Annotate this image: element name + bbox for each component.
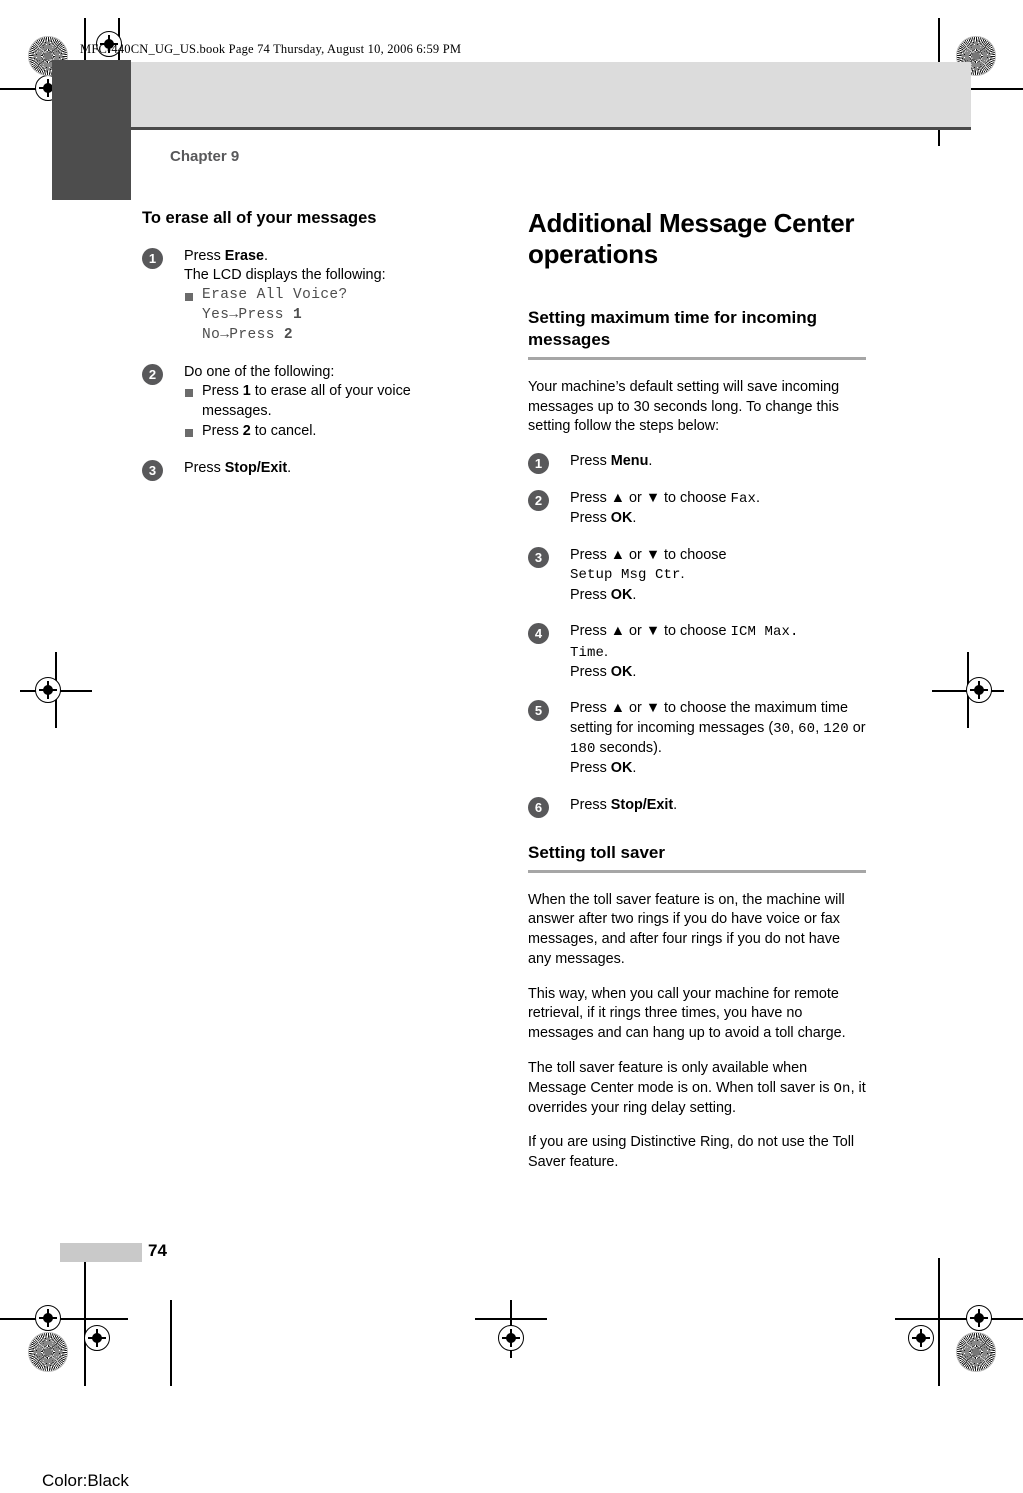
step-line: Press 1 to erase all of your voice messa… (184, 382, 482, 421)
step-line: Press OK. (570, 586, 637, 603)
step-line: Press Menu. (570, 453, 653, 470)
icm-step: 6 Press Stop/Exit. (528, 796, 866, 819)
left-column-steps: 1 Press Erase. The LCD displays the follow… (142, 247, 482, 481)
chapter-side-block (52, 60, 131, 200)
left-column-step: 3 Press Stop/Exit. (142, 459, 482, 481)
left-column-heading: To erase all of your messages (142, 209, 377, 227)
icm-step: 2 Press ▲ or ▼ to choose Fax. Press OK. (528, 489, 866, 529)
page-top-banner (131, 62, 971, 130)
step-line: Press Stop/Exit. (184, 459, 292, 476)
step-line: Press OK. (570, 663, 637, 680)
registration-target-bottom-left (35, 1305, 61, 1331)
registration-target-bottom-right-2 (966, 1305, 992, 1331)
registration-burst-bottom-left (28, 1332, 68, 1372)
crop-line-bottom-left-v (84, 1258, 86, 1386)
step-line: Erase All Voice? (184, 286, 482, 306)
step-line: Setup Msg Ctr. (570, 566, 685, 584)
registration-target-bottom-right (908, 1325, 934, 1351)
toll-paragraphs: When the toll saver feature is on, the m… (528, 891, 866, 1173)
section-intro-icm: Your machine’s default setting will save… (528, 378, 840, 435)
step-line: Press Erase. (184, 247, 269, 264)
left-column: To erase all of your messages 1 Press Era… (142, 208, 482, 495)
left-column-step: 1 Press Erase. The LCD displays the follow… (142, 247, 482, 346)
toll-paragraph: The toll saver feature is only available… (528, 1059, 866, 1116)
step-line: Press ▲ or ▼ to choose the maximum time … (570, 700, 866, 758)
section-heading-toll: Setting toll saver (528, 842, 665, 862)
step-line: Press ▲ or ▼ to choose (570, 546, 727, 563)
left-column-step: 2 Do one of the following: Press 1 to eras… (142, 363, 482, 442)
chapter-label: Chapter 9 (170, 148, 240, 165)
registration-target-bottom-center (498, 1325, 524, 1351)
crop-line-bottom-right-v (938, 1258, 940, 1386)
step-number-badge: 3 (142, 459, 163, 481)
step-line: Yes→Press 1 (202, 306, 303, 323)
step-number-badge: 6 (528, 797, 549, 819)
step-number-badge: 5 (528, 700, 549, 722)
step-number-badge: 3 (528, 546, 549, 568)
step-line: Do one of the following: (184, 363, 335, 380)
step-line: Press OK. (570, 760, 637, 777)
registration-target-bottom-left-2 (84, 1325, 110, 1351)
crop-line-bottom-left-v2 (170, 1300, 172, 1386)
crop-line-bottom-left-h (0, 1318, 128, 1320)
step-number-badge: 4 (528, 623, 549, 645)
step-line: No→Press 2 (202, 326, 294, 343)
icm-steps: 1 Press Menu. 2 Press ▲ or ▼ to choose Fax.… (528, 452, 866, 819)
step-number-badge: 1 (142, 247, 163, 269)
step-line: The LCD displays the following: (184, 267, 386, 284)
step-number-badge: 1 (528, 453, 549, 475)
icm-step: 4 Press ▲ or ▼ to choose ICM Max. Time. Pre… (528, 622, 866, 682)
right-column: Additional Message Center operations Set… (528, 208, 866, 1188)
toll-paragraph: This way, when you call your machine for… (528, 985, 846, 1042)
toll-paragraph: When the toll saver feature is on, the m… (528, 891, 845, 967)
section-rule-toll (528, 869, 866, 873)
step-number-badge: 2 (528, 489, 549, 511)
toll-paragraph: If you are using Distinctive Ring, do no… (528, 1134, 855, 1171)
color-separation-note: Color:Black (42, 1471, 129, 1490)
registration-target-mid-right (966, 677, 992, 703)
step-line: Press ▲ or ▼ to choose ICM Max. (570, 623, 799, 641)
icm-step: 1 Press Menu. (528, 452, 866, 475)
icm-step: 3 Press ▲ or ▼ to choose Setup Msg Ctr. Pre… (528, 546, 866, 606)
registration-burst-bottom-right (956, 1332, 996, 1372)
page-number-bar (60, 1243, 142, 1262)
step-number-badge: 2 (142, 363, 163, 385)
main-heading: Additional Message Center operations (528, 208, 855, 269)
step-line: Press ▲ or ▼ to choose Fax. (570, 489, 760, 507)
step-line: Press OK. (570, 509, 637, 526)
section-rule-icm (528, 356, 866, 360)
step-line: Press Stop/Exit. (570, 797, 678, 814)
step-line: Press 2 to cancel. (184, 422, 482, 442)
section-heading-icm: Setting maximum time for incoming messag… (528, 308, 818, 350)
step-line: Time. (570, 643, 609, 661)
registration-target-mid-left (35, 677, 61, 703)
book-file-header: MFC-440CN_UG_US.book Page 74 Thursday, A… (80, 42, 462, 56)
page-number: 74 (148, 1241, 167, 1260)
icm-step: 5 Press ▲ or ▼ to choose the maximum time… (528, 699, 866, 779)
crop-line-bottom-right-h (895, 1318, 1023, 1320)
